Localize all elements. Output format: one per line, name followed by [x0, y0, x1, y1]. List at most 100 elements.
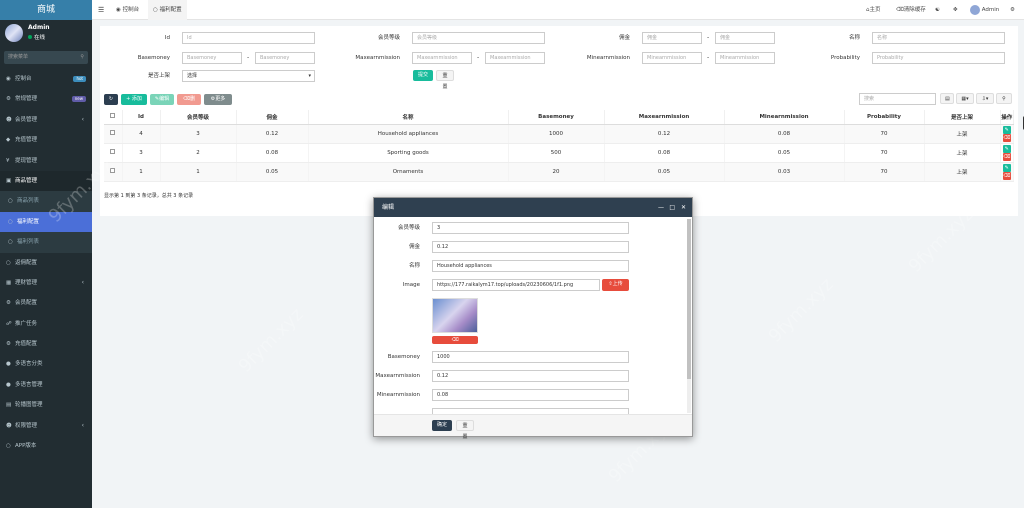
modal-basemoney-input[interactable]: 1000 [432, 351, 629, 363]
filter-prob-input[interactable]: Probability [872, 52, 1005, 64]
col-level[interactable]: 会员等级 [160, 110, 237, 125]
filter-minearn-min[interactable]: Minearnmission [642, 52, 702, 64]
filter-basemoney-min[interactable]: Basemoney [182, 52, 242, 64]
filter-commission-min[interactable]: 佣金 [642, 32, 702, 44]
dialog-reset-button[interactable]: 重置 [456, 420, 474, 440]
translate-icon[interactable]: ☯ [935, 0, 940, 20]
close-icon[interactable]: ✕ [681, 198, 686, 217]
col-commission[interactable]: 佣金 [236, 110, 309, 125]
col-maxearn[interactable]: Maxearnmission [604, 110, 725, 125]
confirm-button[interactable]: 确定 [432, 420, 452, 431]
table-row[interactable]: 1 1 0.05 Ornaments 20 0.05 0.03 70 上架 ✎⌫ [104, 162, 1014, 182]
add-button[interactable]: + 添加 [121, 94, 147, 105]
sidebar-item-recharge-config[interactable]: ⚙ 充值配置 [0, 334, 92, 354]
sidebar-item-dashboard[interactable]: ◉ 控制台 hot [0, 69, 92, 89]
filter-minearn-max[interactable]: Minearnmission [715, 52, 775, 64]
export-icon[interactable]: ⇩▾ [976, 93, 994, 104]
row-edit-icon[interactable]: ✎ [1002, 163, 1011, 172]
search-toggle-icon[interactable]: ⚲ [996, 93, 1012, 104]
image-delete-icon[interactable]: ⌫ [432, 336, 478, 344]
chevron-left-icon: ‹ [81, 421, 84, 429]
reset-button[interactable]: 重置 [436, 70, 454, 90]
modal-image-input[interactable]: https://177.raikalym17.top/uploads/20230… [432, 279, 600, 291]
row-checkbox[interactable] [110, 130, 116, 135]
tab-welfare-config[interactable]: ○ 福利配置 [148, 0, 187, 20]
minimize-icon[interactable]: — [658, 198, 664, 217]
sidebar-item-permissions[interactable]: ☻ 权限管理 ‹ [0, 416, 92, 436]
table-row[interactable]: 4 3 0.12 Household appliances 1000 0.12 … [104, 115, 1024, 144]
col-probability[interactable]: Probability [844, 110, 925, 125]
menu-search[interactable]: 搜索菜单 ⚲ [4, 51, 88, 64]
sidebar-item-withdraw[interactable]: ¥ 提现管理 [0, 151, 92, 171]
select-all-cell[interactable] [104, 110, 123, 125]
data-table: Id 会员等级 佣金 名称 Basemoney Maxearnmission M… [104, 110, 1024, 182]
sidebar-item-app-version[interactable]: ○ APP版本 [0, 436, 92, 456]
sidebar-item-members[interactable]: ☻ 会员管理 ‹ [0, 110, 92, 130]
submit-button[interactable]: 提交 [413, 70, 433, 81]
money-icon: ◆ [6, 137, 11, 144]
maximize-icon[interactable]: □ [669, 198, 675, 217]
image-preview[interactable] [432, 298, 478, 333]
sidebar-item-finance[interactable]: ▦ 理财管理 ‹ [0, 273, 92, 293]
edit-button[interactable]: ✎编辑 [150, 94, 174, 105]
row-checkbox-cell[interactable] [104, 124, 123, 144]
modal-commission-input[interactable]: 0.12 [432, 241, 629, 253]
dialog-header[interactable]: 编辑 — □ ✕ [374, 198, 692, 217]
filter-name-input[interactable]: 名称 [872, 32, 1005, 44]
filter-id-input[interactable]: Id [182, 32, 315, 44]
col-basemoney[interactable]: Basemoney [508, 110, 605, 125]
filter-commission-max[interactable]: 佣金 [715, 32, 775, 44]
upload-button[interactable]: ⇧上传 [602, 279, 629, 291]
sidebar-item-member-config[interactable]: ⚙ 会员配置 [0, 293, 92, 313]
col-id[interactable]: Id [122, 110, 161, 125]
sidebar-item-rebate[interactable]: ○ 返佣配置 [0, 253, 92, 273]
refresh-button[interactable]: ↻ [104, 94, 118, 105]
filter-basemoney-max[interactable]: Basemoney [255, 52, 315, 64]
delete-button[interactable]: ⌫删除 [177, 94, 201, 113]
columns-icon[interactable]: ▦▾ [956, 93, 974, 104]
sidebar-item-lang[interactable]: ● 多语言管理 [0, 375, 92, 395]
search-icon[interactable]: ⚲ [80, 51, 84, 64]
settings-gear-icon[interactable]: ⚙ [1010, 0, 1015, 20]
admin-menu[interactable]: Admin [970, 0, 999, 20]
table-row[interactable]: 3 2 0.08 Sporting goods 500 0.08 0.05 70… [104, 143, 1014, 163]
fullscreen-icon[interactable]: ✥ [953, 0, 958, 20]
row-edit-icon[interactable]: ✎ [1002, 144, 1011, 153]
sidebar-item-welfare-config[interactable]: ○ 福利配置 [0, 211, 92, 233]
scrollbar-thumb[interactable] [687, 219, 691, 379]
col-minearn[interactable]: Minearnmission [724, 110, 845, 125]
home-link[interactable]: ⌂主页 [866, 0, 881, 20]
filter-maxearn-min[interactable]: Maxearnmission [412, 52, 472, 64]
table-search-input[interactable]: 搜索 [859, 93, 936, 105]
sidebar-item-welfare-list[interactable]: ○ 福利列表 [0, 232, 92, 252]
dialog-scrollbar[interactable] [687, 219, 691, 413]
sidebar-item-general[interactable]: ⚙ 常规管理 new [0, 89, 92, 109]
row-checkbox[interactable] [110, 149, 116, 154]
menu-toggle-icon[interactable]: ☰ [98, 0, 104, 20]
clear-cache-button[interactable]: ⌫清除缓存 [896, 0, 926, 20]
filter-maxearn-max[interactable]: Maxearnmission [485, 52, 545, 64]
modal-name-input[interactable]: Household appliances [432, 260, 629, 272]
modal-level-input[interactable]: 3 [432, 222, 629, 234]
home-link-label: 主页 [869, 7, 881, 13]
row-delete-icon[interactable]: ⌫ [1002, 152, 1011, 161]
tab-dashboard[interactable]: ◉ 控制台 [116, 0, 139, 20]
modal-maxearn-input[interactable]: 0.12 [432, 370, 629, 382]
row-delete-icon[interactable]: ⌫ [1002, 133, 1011, 142]
more-button[interactable]: ⚙更多 [204, 94, 232, 105]
sidebar-item-lang-category[interactable]: ● 多语言分类 [0, 354, 92, 374]
select-all-checkbox[interactable] [110, 113, 116, 119]
modal-minearn-input[interactable]: 0.08 [432, 389, 629, 401]
col-onsale[interactable]: 是否上架 [924, 110, 1001, 125]
col-name[interactable]: 名称 [308, 110, 509, 125]
toggle-view-icon[interactable]: ▤ [940, 93, 954, 104]
sidebar-item-carousel[interactable]: ▤ 轮播图管理 [0, 395, 92, 415]
row-delete-icon[interactable]: ⌫ [1002, 171, 1011, 180]
filter-onsale-select[interactable]: 选择 ▾ [182, 70, 315, 82]
app-logo[interactable]: 商城 [0, 0, 92, 20]
row-edit-icon[interactable]: ✎ [1002, 125, 1011, 134]
sidebar-item-promo[interactable]: ☍ 推广任务 [0, 314, 92, 334]
cell-level: 2 [160, 143, 237, 163]
filter-level-input[interactable]: 会员等级 [412, 32, 545, 44]
sidebar-item-recharge[interactable]: ◆ 充值管理 [0, 130, 92, 150]
